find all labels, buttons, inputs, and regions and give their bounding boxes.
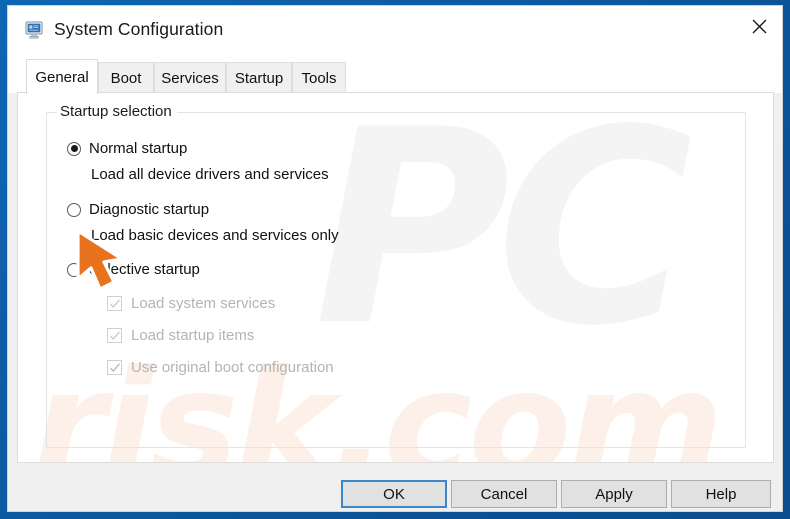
- radio-diagnostic-startup-indicator: [67, 202, 81, 217]
- tab-services[interactable]: Services: [154, 62, 226, 93]
- general-tab-panel: PC risk.com Startup selection Normal sta…: [17, 92, 774, 463]
- radio-normal-startup-indicator: [67, 141, 81, 156]
- tab-startup-label: Startup: [234, 69, 284, 87]
- normal-startup-description: Load all device drivers and services: [91, 166, 329, 183]
- checkbox-load-system-services-box: [107, 296, 122, 311]
- tab-strip: General Boot Services Startup Tools: [8, 53, 782, 94]
- tab-general[interactable]: General: [26, 59, 98, 94]
- radio-normal-startup-label: Normal startup: [89, 140, 188, 157]
- checkbox-load-startup-items-label: Load startup items: [131, 327, 255, 344]
- tab-services-label: Services: [161, 69, 219, 87]
- checkbox-load-system-services-label: Load system services: [131, 295, 276, 312]
- ok-button-label: OK: [383, 485, 405, 503]
- tab-general-label: General: [35, 68, 89, 86]
- system-configuration-window: System Configuration General Boot Servic…: [7, 5, 783, 512]
- cancel-button-label: Cancel: [480, 485, 528, 503]
- dialog-button-bar: OK Cancel Apply Help: [8, 464, 782, 511]
- radio-normal-startup[interactable]: Normal startup: [67, 140, 187, 157]
- checkbox-use-original-boot-configuration-label: Use original boot configuration: [131, 359, 334, 376]
- checkbox-use-original-boot-configuration[interactable]: Use original boot configuration: [107, 359, 334, 376]
- checkbox-load-startup-items-box: [107, 328, 122, 343]
- help-button-label: Help: [705, 485, 737, 503]
- ok-button[interactable]: OK: [341, 480, 447, 508]
- apply-button-label: Apply: [595, 485, 633, 503]
- tab-tools-label: Tools: [301, 69, 337, 87]
- checkbox-load-system-services[interactable]: Load system services: [107, 295, 275, 312]
- apply-button[interactable]: Apply: [561, 480, 667, 508]
- checkbox-load-startup-items[interactable]: Load startup items: [107, 327, 254, 344]
- diagnostic-startup-description: Load basic devices and services only: [91, 227, 339, 244]
- startup-selection-groupbox: Startup selection Normal startup Load al…: [46, 103, 746, 448]
- tab-tools[interactable]: Tools: [292, 62, 346, 93]
- cancel-button[interactable]: Cancel: [451, 480, 557, 508]
- close-icon[interactable]: [736, 6, 782, 46]
- checkbox-use-original-boot-configuration-box: [107, 360, 122, 375]
- title-bar: System Configuration: [8, 6, 782, 53]
- radio-selective-startup-indicator: [67, 262, 81, 277]
- radio-selective-startup-label: Selective startup: [89, 261, 200, 278]
- tab-startup[interactable]: Startup: [226, 62, 292, 93]
- tab-boot-label: Boot: [110, 69, 142, 87]
- window-title: System Configuration: [54, 19, 224, 39]
- desktop-background: System Configuration General Boot Servic…: [0, 0, 790, 519]
- radio-diagnostic-startup[interactable]: Diagnostic startup: [67, 201, 209, 218]
- tab-boot[interactable]: Boot: [98, 62, 154, 93]
- startup-selection-legend: Startup selection: [57, 103, 177, 120]
- radio-selective-startup[interactable]: Selective startup: [67, 261, 200, 278]
- radio-diagnostic-startup-label: Diagnostic startup: [89, 201, 210, 218]
- help-button[interactable]: Help: [671, 480, 771, 508]
- computer-monitor-icon: [25, 21, 45, 39]
